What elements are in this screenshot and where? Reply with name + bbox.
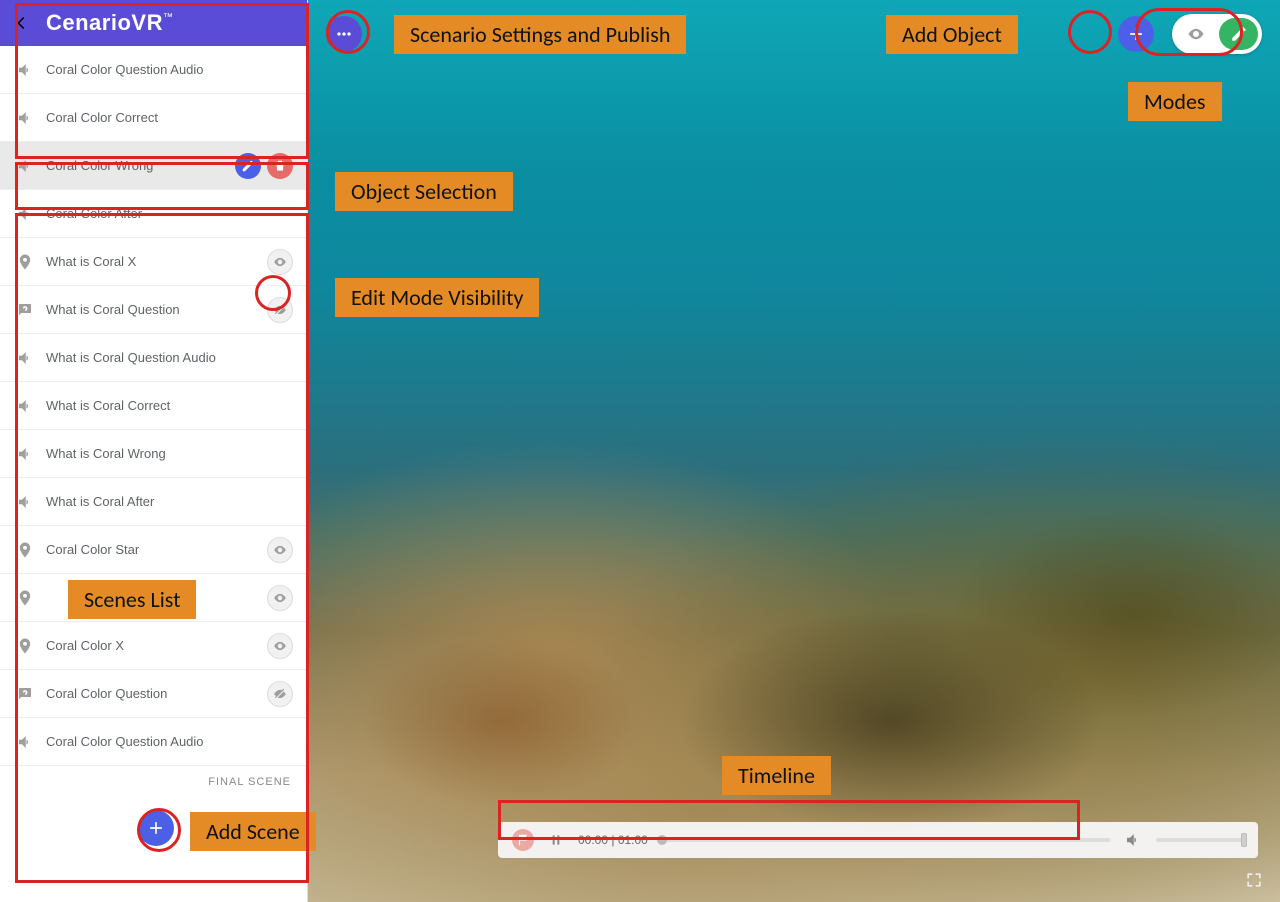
brand-logo: CenarioVR™ xyxy=(46,10,173,36)
list-item-label: Coral Color Star xyxy=(46,542,257,557)
audio-icon xyxy=(14,107,36,129)
list-item-label: What is Coral Correct xyxy=(46,398,293,413)
list-item[interactable]: Coral Color X xyxy=(0,622,307,670)
audio-icon xyxy=(14,347,36,369)
list-item[interactable]: Coral Color Correct xyxy=(0,94,307,142)
audio-icon xyxy=(14,203,36,225)
visibility-toggle[interactable] xyxy=(267,249,293,275)
list-item-label: Coral Color Question Audio xyxy=(46,734,293,749)
list-item[interactable]: Coral Color Star xyxy=(0,526,307,574)
brand-tm: ™ xyxy=(163,12,174,23)
list-item[interactable]: Coral Color Wrong xyxy=(0,142,307,190)
list-item-label: What is Coral Question xyxy=(46,302,257,317)
audio-icon xyxy=(14,491,36,513)
play-pause-button[interactable] xyxy=(548,832,564,848)
visibility-toggle[interactable] xyxy=(267,633,293,659)
mode-toggle[interactable] xyxy=(1172,14,1262,54)
chat-question-icon xyxy=(14,299,36,321)
list-item-label: What is Coral Wrong xyxy=(46,446,293,461)
brand-name: CenarioVR xyxy=(46,10,163,35)
list-item[interactable]: Coral Color Question xyxy=(0,670,307,718)
pin-icon xyxy=(14,539,36,561)
list-item-label: Coral Color X xyxy=(46,638,257,653)
add-object-button[interactable] xyxy=(1118,16,1154,52)
back-icon[interactable] xyxy=(12,14,30,32)
timeline-thumb[interactable] xyxy=(657,835,667,845)
audio-icon xyxy=(14,731,36,753)
pin-icon xyxy=(14,251,36,273)
list-item-label: What is Coral X xyxy=(46,254,257,269)
list-item-label: Coral Color Question xyxy=(46,686,257,701)
list-item-label: Coral Color After xyxy=(46,206,293,221)
edit-mode-icon[interactable] xyxy=(1219,18,1258,50)
pin-icon xyxy=(14,587,36,609)
audio-icon xyxy=(14,443,36,465)
edit-button[interactable] xyxy=(235,153,261,179)
sidebar: CenarioVR™ Coral Color Question Audio Co… xyxy=(0,0,308,902)
final-scene-label: FINAL SCENE xyxy=(0,766,307,794)
sidebar-header: CenarioVR™ xyxy=(0,0,307,46)
list-item-label: What is Coral Question Audio xyxy=(46,350,293,365)
scenario-settings-button[interactable] xyxy=(326,16,362,52)
volume-thumb[interactable] xyxy=(1241,833,1247,847)
audio-icon xyxy=(14,155,36,177)
delete-button[interactable] xyxy=(267,153,293,179)
list-item-label: What is Coral After xyxy=(46,494,293,509)
timeline-track[interactable] xyxy=(662,838,1110,842)
list-item[interactable]: What is Coral Wrong xyxy=(0,430,307,478)
time-total: 01:00 xyxy=(618,833,648,847)
preview-mode-icon[interactable] xyxy=(1176,18,1215,50)
timeline[interactable]: 00:00 | 01:00 xyxy=(498,822,1258,858)
scene-viewport[interactable]: 00:00 | 01:00 xyxy=(308,0,1280,902)
audio-icon xyxy=(14,59,36,81)
volume-track[interactable] xyxy=(1156,838,1244,842)
pin-icon xyxy=(14,635,36,657)
volume-icon[interactable] xyxy=(1124,831,1142,849)
visibility-toggle[interactable] xyxy=(267,297,293,323)
list-item[interactable]: What is Coral Correct xyxy=(0,382,307,430)
list-item-label: Coral Color Correct xyxy=(46,110,293,125)
list-item[interactable]: What is Coral X xyxy=(0,238,307,286)
scene-list[interactable]: Coral Color Question Audio Coral Color C… xyxy=(0,46,307,902)
chat-question-icon xyxy=(14,683,36,705)
list-item[interactable]: What is Coral Question Audio xyxy=(0,334,307,382)
add-scene-button[interactable] xyxy=(138,810,174,846)
top-actions xyxy=(326,14,1262,54)
fullscreen-button[interactable] xyxy=(1244,870,1264,890)
app-root: CenarioVR™ Coral Color Question Audio Co… xyxy=(0,0,1280,902)
list-item[interactable] xyxy=(0,574,307,622)
list-item[interactable]: Coral Color After xyxy=(0,190,307,238)
list-item-label: Coral Color Wrong xyxy=(46,158,225,173)
list-item[interactable]: Coral Color Question Audio xyxy=(0,718,307,766)
list-item[interactable]: What is Coral After xyxy=(0,478,307,526)
flag-icon[interactable] xyxy=(512,829,534,851)
visibility-toggle[interactable] xyxy=(267,537,293,563)
visibility-toggle[interactable] xyxy=(267,681,293,707)
list-item[interactable]: Coral Color Question Audio xyxy=(0,46,307,94)
scene-canvas[interactable] xyxy=(308,0,1280,902)
visibility-toggle[interactable] xyxy=(267,585,293,611)
audio-icon xyxy=(14,395,36,417)
list-item-label: Coral Color Question Audio xyxy=(46,62,293,77)
time-sep: | xyxy=(608,833,618,847)
list-item[interactable]: What is Coral Question xyxy=(0,286,307,334)
timeline-time: 00:00 | 01:00 xyxy=(578,833,648,847)
time-current: 00:00 xyxy=(578,833,608,847)
